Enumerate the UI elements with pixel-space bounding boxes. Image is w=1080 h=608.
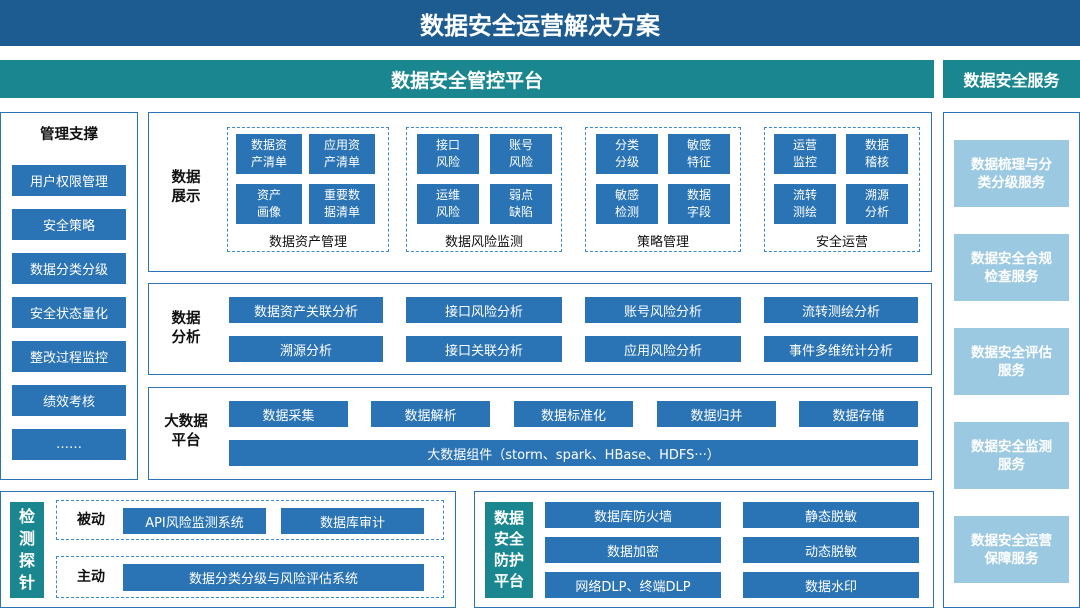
display-item: 溯源 分析 [846, 184, 908, 224]
protect-item: 数据水印 [743, 572, 919, 598]
mgmt-item: 整改过程监控 [12, 341, 126, 372]
display-item: 数据 字段 [668, 184, 730, 224]
analysis-item: 账号风险分析 [585, 297, 741, 323]
display-item: 接口 风险 [417, 134, 479, 174]
data-analysis-label: 数据 分析 [171, 311, 201, 346]
display-item: 弱点 缺陷 [490, 184, 552, 224]
bigdata-item: 数据存储 [799, 401, 918, 427]
display-item: 数据资 产清单 [236, 134, 302, 174]
passive-label: 被动 [77, 511, 105, 528]
group-caption: 数据资产管理 [268, 234, 347, 250]
analysis-item: 数据资产关联分析 [229, 297, 383, 323]
display-item: 运营 监控 [774, 134, 836, 174]
platform-title-bar: 数据安全管控平台 [0, 60, 934, 98]
bigdata-item: 数据归并 [657, 401, 776, 427]
bigdata-item: 数据标准化 [514, 401, 633, 427]
display-item: 数据 稽核 [846, 134, 908, 174]
bigdata-item: 数据采集 [229, 401, 348, 427]
analysis-item: 溯源分析 [229, 336, 383, 362]
service-item: 数据梳理与分 类分级服务 [954, 140, 1069, 207]
active-label: 主动 [77, 568, 105, 585]
main-title: 数据安全运营解决方案 [420, 11, 660, 40]
platform-title: 数据安全管控平台 [390, 69, 543, 92]
protect-item: 动态脱敏 [743, 537, 919, 563]
display-item: 账号 风险 [490, 134, 552, 174]
display-item: 重要数 据清单 [309, 184, 375, 224]
analysis-item: 事件多维统计分析 [764, 336, 918, 362]
bigdata-components-bar: 大数据组件（storm、spark、HBase、HDFS···） [229, 440, 918, 466]
detection-probe-label: 检 测 探 针 [10, 502, 44, 598]
mgmt-item: 绩效考核 [12, 385, 126, 416]
data-display-label: 数据 展示 [171, 170, 201, 205]
protect-item: 数据加密 [545, 537, 721, 563]
analysis-item: 接口风险分析 [406, 297, 562, 323]
display-item: 资产 画像 [236, 184, 302, 224]
display-item: 应用资 产清单 [309, 134, 375, 174]
passive-probe-item: API风险监测系统 [123, 508, 266, 534]
group-caption: 策略管理 [636, 234, 689, 250]
passive-probe-item: 数据库审计 [281, 508, 424, 534]
protection-platform-label: 数据 安全 防护 平台 [485, 502, 533, 598]
group-caption: 安全运营 [815, 234, 868, 250]
service-item: 数据安全评估 服务 [954, 328, 1069, 395]
mgmt-item: …… [12, 429, 126, 460]
service-title-bar: 数据安全服务 [943, 60, 1080, 98]
service-title: 数据安全服务 [963, 71, 1060, 90]
display-item: 分类 分级 [596, 134, 658, 174]
analysis-item: 流转测绘分析 [764, 297, 918, 323]
display-item: 敏感 特征 [668, 134, 730, 174]
display-item: 流转 测绘 [774, 184, 836, 224]
main-title-banner: 数据安全运营解决方案 [0, 0, 1080, 46]
analysis-item: 接口关联分析 [406, 336, 562, 362]
service-item: 数据安全运营 保障服务 [954, 516, 1069, 583]
group-caption: 数据风险监测 [444, 234, 523, 250]
protect-item: 数据库防火墙 [545, 502, 721, 528]
management-support-title: 管理支撑 [40, 126, 98, 143]
mgmt-item: 安全策略 [12, 209, 126, 240]
protect-item: 静态脱敏 [743, 502, 919, 528]
active-probe-item: 数据分类分级与风险评估系统 [123, 564, 424, 591]
bigdata-item: 数据解析 [371, 401, 490, 427]
mgmt-item: 数据分类分级 [12, 253, 126, 284]
display-item: 敏感 检测 [596, 184, 658, 224]
mgmt-item: 安全状态量化 [12, 297, 126, 328]
mgmt-item: 用户权限管理 [12, 165, 126, 196]
display-item: 运维 风险 [417, 184, 479, 224]
protect-item: 网络DLP、终端DLP [545, 572, 721, 598]
analysis-item: 应用风险分析 [585, 336, 741, 362]
service-item: 数据安全监测 服务 [954, 422, 1069, 489]
service-item: 数据安全合规 检查服务 [954, 234, 1069, 301]
big-data-platform-label: 大数据 平台 [164, 414, 208, 449]
